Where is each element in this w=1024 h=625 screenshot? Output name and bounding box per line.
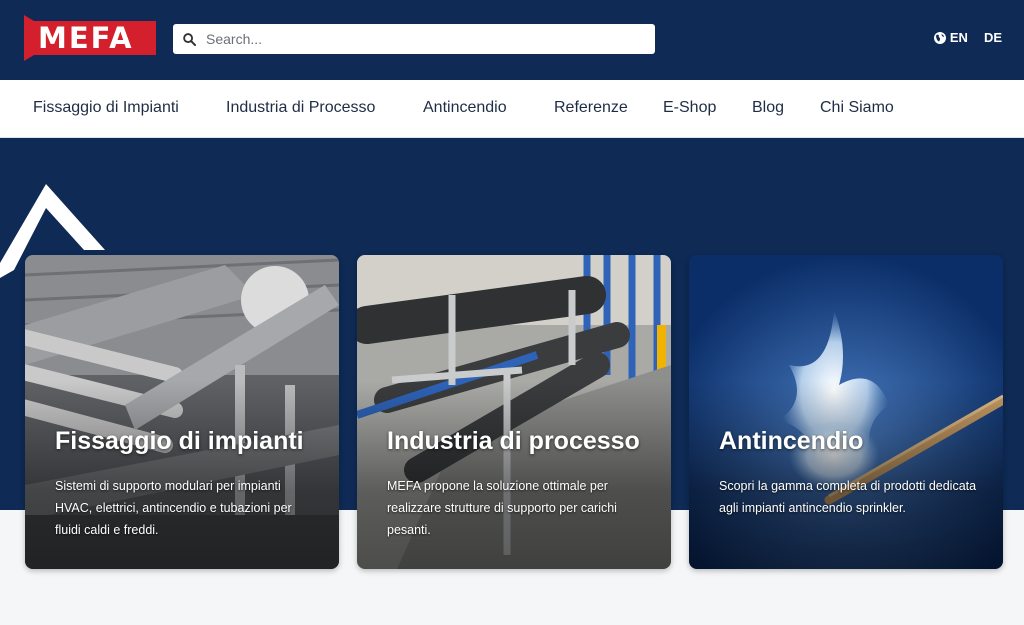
nav-item-chi-siamo[interactable]: Chi Siamo xyxy=(820,99,894,117)
language-en-label: EN xyxy=(949,30,968,45)
card-description: Sistemi di supporto modulari per impiant… xyxy=(55,479,292,537)
card-title: Industria di processo xyxy=(387,427,640,455)
nav-item-blog[interactable]: Blog xyxy=(752,99,784,117)
category-card-antincendio[interactable]: Antincendio Scopri la gamma completa di … xyxy=(689,255,1003,569)
card-title: Antincendio xyxy=(719,427,864,455)
top-header: MEFA EN DE xyxy=(0,0,1024,80)
search-box[interactable] xyxy=(173,24,655,54)
nav-item-referenze[interactable]: Referenze xyxy=(554,99,628,117)
svg-text:MEFA: MEFA xyxy=(38,21,134,55)
card-description: MEFA propone la soluzione ottimale per r… xyxy=(387,479,617,537)
globe-icon xyxy=(933,31,946,44)
nav-item-antincendio[interactable]: Antincendio xyxy=(423,99,507,117)
search-icon xyxy=(183,32,196,46)
category-card-fissaggio[interactable]: Fissaggio di impianti Sistemi di support… xyxy=(25,255,339,569)
main-nav: Fissaggio di Impianti Industria di Proce… xyxy=(0,80,1024,138)
language-en-link[interactable]: EN xyxy=(933,30,968,45)
nav-item-fissaggio-di-impianti[interactable]: Fissaggio di Impianti xyxy=(33,99,179,117)
card-title: Fissaggio di impianti xyxy=(55,427,304,455)
language-switcher: EN DE xyxy=(933,30,1002,45)
nav-item-e-shop[interactable]: E-Shop xyxy=(663,99,716,117)
category-card-industria[interactable]: Industria di processo MEFA propone la so… xyxy=(357,255,671,569)
mefa-logo[interactable]: MEFA xyxy=(24,15,156,61)
card-description: Scopri la gamma completa di prodotti ded… xyxy=(719,479,977,515)
language-de-link[interactable]: DE xyxy=(984,30,1002,45)
search-input[interactable] xyxy=(206,31,626,47)
nav-item-industria-di-processo[interactable]: Industria di Processo xyxy=(226,99,375,117)
